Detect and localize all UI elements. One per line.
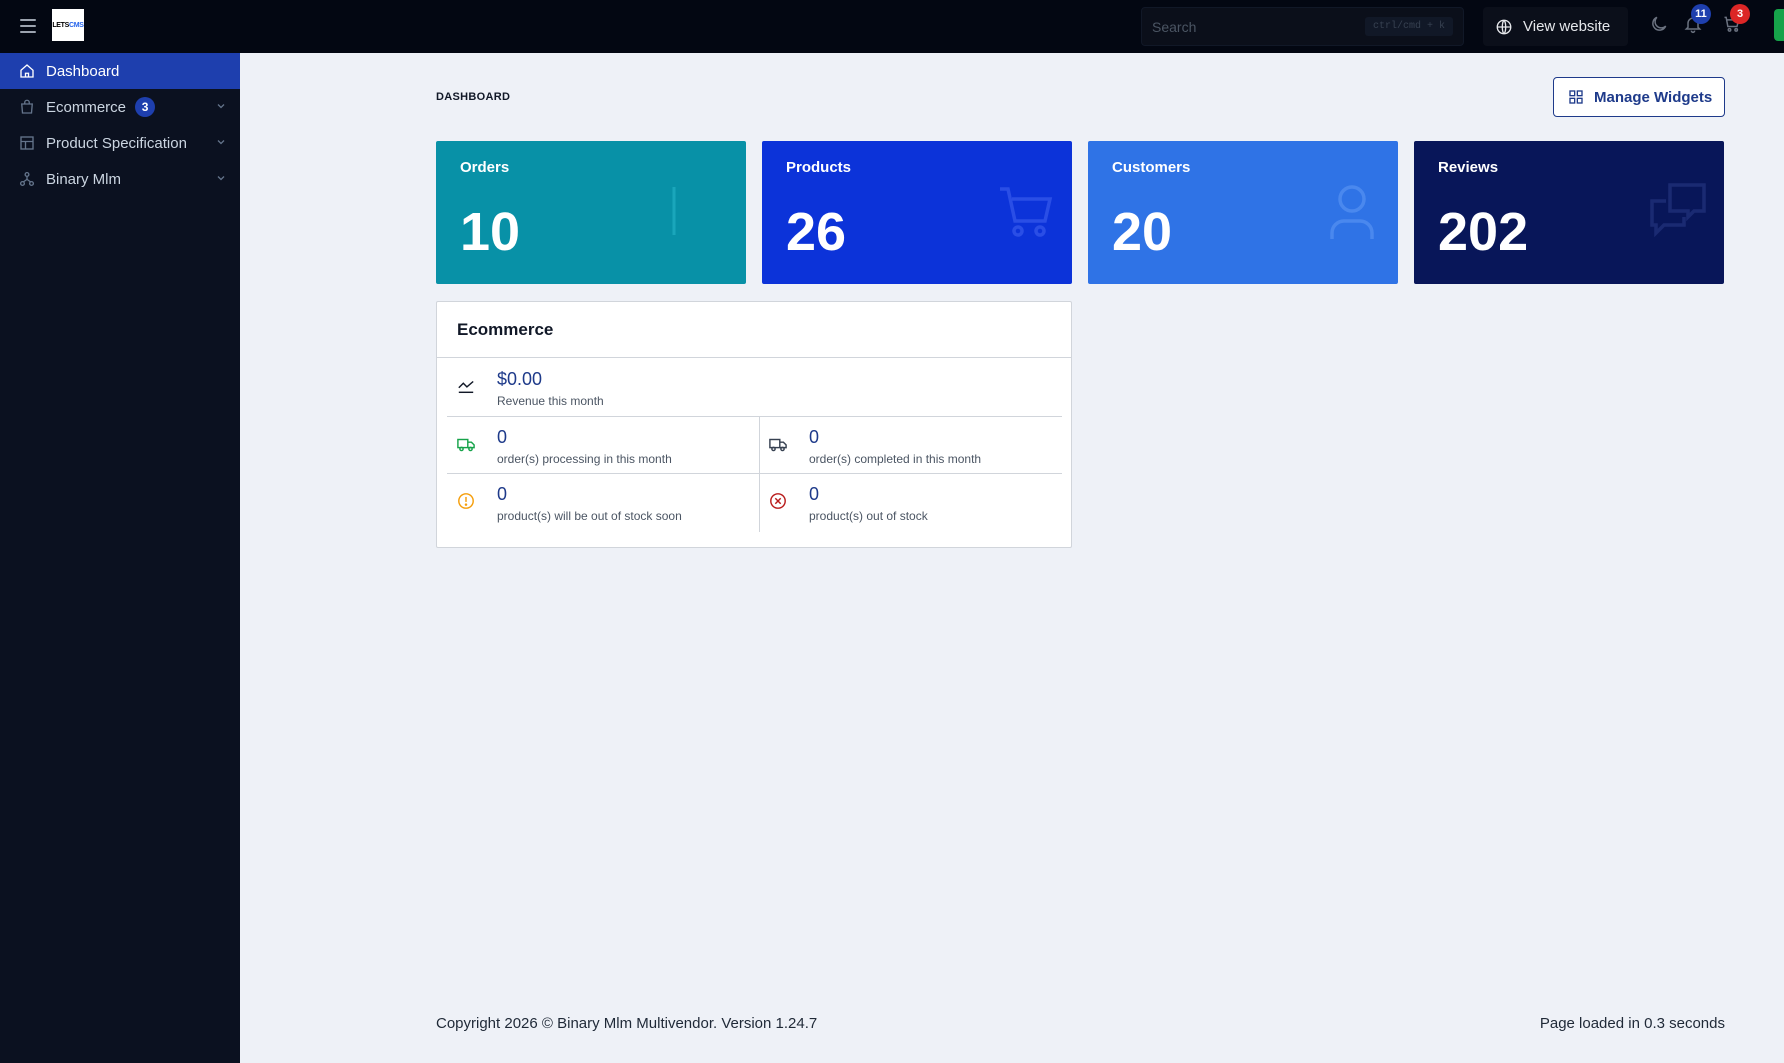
sidebar-item-label: Ecommerce (46, 98, 127, 116)
processing-orders-stat[interactable]: 0 order(s) processing in this month (447, 417, 759, 474)
orders-stat-card[interactable]: Orders 10 (436, 141, 746, 284)
network-icon (18, 170, 36, 188)
hamburger-menu-icon[interactable] (17, 15, 39, 37)
sidebar-item-label: Product Specification (46, 134, 187, 152)
alert-circle-icon (458, 493, 474, 509)
processing-value: 0 (497, 427, 508, 447)
chevron-down-icon (217, 140, 225, 145)
sidebar-item-binary-mlm[interactable]: Binary Mlm (0, 161, 240, 197)
logo-text-left: LETS (52, 21, 70, 29)
processing-label: order(s) processing in this month (497, 452, 672, 466)
search-input[interactable] (1152, 18, 1365, 35)
cart-badge: 3 (1730, 4, 1750, 24)
sidebar-item-label: Binary Mlm (46, 170, 122, 188)
low-stock-value: 0 (497, 484, 508, 504)
stat-value: 26 (786, 202, 847, 262)
view-website-button[interactable]: View website (1483, 7, 1628, 46)
orders-icon (672, 187, 676, 235)
sidebar: Dashboard Ecommerce 3 Product Specificat… (0, 53, 240, 1063)
revenue-label: Revenue this month (497, 394, 604, 408)
manage-widgets-label: Manage Widgets (1594, 88, 1713, 106)
completed-value: 0 (809, 427, 820, 447)
manage-widgets-button[interactable]: Manage Widgets (1553, 77, 1725, 117)
revenue-row: $0.00 Revenue this month (447, 359, 1062, 417)
low-stock-label: product(s) will be out of stock soon (497, 509, 682, 523)
stat-label: Reviews (1438, 159, 1499, 176)
sidebar-item-label: Dashboard (46, 62, 120, 80)
trend-chart-icon (458, 380, 474, 394)
products-stat-card[interactable]: Products 26 (762, 141, 1072, 284)
notifications-button[interactable]: 11 (1683, 4, 1711, 36)
table-icon (18, 134, 36, 152)
reviews-stat-card[interactable]: Reviews 202 (1414, 141, 1724, 284)
home-icon (18, 62, 36, 80)
sidebar-item-product-specification[interactable]: Product Specification (0, 125, 240, 161)
revenue-value: $0.00 (497, 369, 543, 389)
globe-icon (1496, 19, 1512, 34)
completed-orders-stat[interactable]: 0 order(s) completed in this month (759, 417, 1062, 474)
customers-stat-card[interactable]: Customers 20 (1088, 141, 1398, 284)
low-stock-stat[interactable]: 0 product(s) will be out of stock soon (447, 474, 759, 532)
completed-label: order(s) completed in this month (809, 452, 982, 466)
moon-icon (1652, 16, 1667, 31)
footer-copyright: Copyright 2026 © Binary Mlm Multivendor.… (436, 1015, 818, 1032)
stat-label: Customers (1112, 159, 1191, 176)
user-icon (1330, 185, 1374, 239)
truck-icon (457, 438, 475, 452)
cart-button[interactable]: 3 (1722, 4, 1750, 36)
ecommerce-count-badge: 3 (135, 97, 156, 117)
user-avatar-button[interactable] (1774, 9, 1784, 41)
app-logo[interactable]: LETS CMS (52, 9, 84, 41)
chat-bubbles-icon (1650, 183, 1706, 238)
out-of-stock-label: product(s) out of stock (809, 509, 928, 523)
sidebar-item-dashboard[interactable]: Dashboard (0, 53, 240, 89)
ecommerce-widget: Ecommerce $0.00 Revenue this month 0 ord… (436, 301, 1072, 548)
search-box[interactable]: ctrl/cmd + k (1141, 7, 1464, 46)
stat-value: 20 (1112, 202, 1173, 262)
truck-icon (769, 438, 787, 452)
revenue-stat: $0.00 Revenue this month (447, 359, 1062, 417)
chevron-down-icon (217, 104, 225, 109)
widget-title: Ecommerce (437, 302, 1071, 358)
stock-row: 0 product(s) will be out of stock soon 0… (447, 474, 1062, 532)
footer-load-time: Page loaded in 0.3 seconds (1539, 1015, 1725, 1032)
top-bar: LETSCMS ctrl/cmd + k View website 11 3 (0, 0, 1784, 53)
stat-value: 10 (460, 202, 521, 262)
chevron-down-icon (217, 176, 225, 181)
widgets-icon (1569, 90, 1583, 104)
view-website-label: View website (1523, 18, 1611, 35)
cart-icon (1000, 187, 1053, 237)
x-circle-icon (770, 493, 786, 509)
sidebar-item-ecommerce[interactable]: Ecommerce 3 (0, 89, 240, 125)
orders-row: 0 order(s) processing in this month 0 or… (447, 417, 1062, 474)
dark-mode-toggle[interactable] (1649, 14, 1671, 36)
search-shortcut-hint: ctrl/cmd + k (1364, 17, 1453, 36)
logo-text-right: CMS (69, 21, 84, 29)
out-of-stock-value: 0 (809, 484, 820, 504)
shopping-bag-icon (18, 98, 36, 116)
stat-label: Products (786, 159, 852, 176)
out-of-stock-stat[interactable]: 0 product(s) out of stock (759, 474, 1062, 532)
stat-label: Orders (460, 159, 510, 176)
notifications-badge: 11 (1691, 4, 1711, 24)
page-title: DASHBOARD (436, 91, 511, 103)
stat-value: 202 (1438, 202, 1529, 262)
